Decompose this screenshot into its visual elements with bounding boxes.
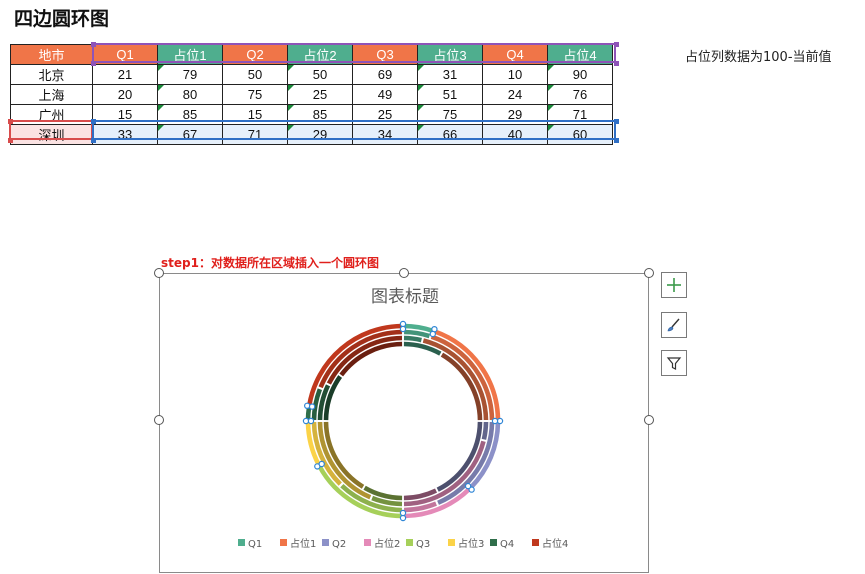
doughnut-segment[interactable] — [403, 335, 422, 343]
column-header[interactable]: 占位1 — [157, 44, 223, 65]
city-cell[interactable]: 广州 — [10, 104, 93, 125]
value-cell[interactable]: 79 — [157, 64, 223, 85]
value-cell[interactable]: 49 — [352, 84, 418, 105]
filter-icon — [666, 357, 682, 370]
value-cell[interactable]: 75 — [222, 84, 288, 105]
legend-label: 占位1 — [290, 537, 316, 550]
value-cell[interactable]: 71 — [547, 104, 613, 125]
value-cell[interactable]: 69 — [352, 64, 418, 85]
value-cell[interactable]: 85 — [287, 104, 353, 125]
resize-handle-right[interactable] — [644, 415, 654, 425]
data-point-handle[interactable] — [429, 330, 436, 338]
resize-handle-left[interactable] — [154, 415, 164, 425]
table-row: 深圳 33 67 71 29 34 66 40 60 — [10, 124, 613, 145]
value-cell[interactable]: 29 — [482, 104, 548, 125]
doughnut-chart[interactable]: 图表标题 Q1 占位1 Q2 占位2 Q3 占位3 Q4 占位4 — [160, 274, 650, 574]
value-cell[interactable]: 24 — [482, 84, 548, 105]
note-text: 占位列数据为100-当前值 — [685, 50, 832, 65]
value-cell[interactable]: 34 — [352, 124, 418, 145]
brush-icon — [667, 318, 680, 332]
value-cell[interactable]: 90 — [547, 64, 613, 85]
chart-title: 图表标题 — [371, 287, 439, 307]
value-cell[interactable]: 31 — [417, 64, 483, 85]
legend-label: 占位3 — [458, 537, 484, 550]
resize-handle-top-right[interactable] — [644, 268, 654, 278]
plus-icon — [667, 278, 681, 292]
legend-label: Q1 — [248, 539, 262, 550]
city-cell[interactable]: 上海 — [10, 84, 93, 105]
value-cell[interactable]: 50 — [222, 64, 288, 85]
chart-filter-button[interactable] — [661, 350, 687, 376]
column-header[interactable]: Q3 — [352, 44, 418, 65]
value-cell[interactable]: 75 — [417, 104, 483, 125]
value-cell[interactable]: 51 — [417, 84, 483, 105]
column-header[interactable]: 占位4 — [547, 44, 613, 65]
resize-handle-top[interactable] — [399, 268, 409, 278]
legend-label: Q2 — [332, 539, 346, 550]
value-cell[interactable]: 71 — [222, 124, 288, 145]
value-cell[interactable]: 60 — [547, 124, 613, 145]
doughnut-segment[interactable] — [403, 329, 431, 339]
city-cell[interactable]: 深圳 — [10, 124, 93, 145]
column-header[interactable]: 占位3 — [417, 44, 483, 65]
table-row: 广州 15 85 15 85 25 75 29 71 — [10, 104, 613, 125]
value-cell[interactable]: 10 — [482, 64, 548, 85]
data-point-handle[interactable] — [399, 325, 407, 333]
chart-area[interactable]: 图表标题 Q1 占位1 Q2 占位2 Q3 占位3 Q4 占位4 — [159, 273, 649, 573]
doughnut-segment[interactable] — [481, 421, 489, 440]
value-cell[interactable]: 80 — [157, 84, 223, 105]
data-point-handle[interactable] — [399, 509, 407, 517]
range-corner-handle[interactable] — [614, 42, 619, 47]
value-cell[interactable]: 76 — [547, 84, 613, 105]
data-point-handle[interactable] — [307, 417, 315, 425]
value-cell[interactable]: 33 — [92, 124, 158, 145]
data-point-handle[interactable] — [464, 482, 472, 490]
table-row: 北京 21 79 50 50 69 31 10 90 — [10, 64, 613, 85]
legend-label: Q4 — [500, 539, 514, 550]
page-title: 四边圆环图 — [14, 8, 110, 30]
value-cell[interactable]: 66 — [417, 124, 483, 145]
value-cell[interactable]: 67 — [157, 124, 223, 145]
data-point-handle[interactable] — [491, 417, 499, 425]
column-header[interactable]: Q4 — [482, 44, 548, 65]
range-corner-handle[interactable] — [614, 138, 619, 143]
data-point-handle[interactable] — [308, 403, 316, 410]
value-cell[interactable]: 21 — [92, 64, 158, 85]
column-header[interactable]: 占位2 — [287, 44, 353, 65]
doughnut-segment[interactable] — [305, 406, 312, 420]
range-corner-handle[interactable] — [614, 61, 619, 66]
legend-label: Q3 — [416, 539, 430, 550]
data-point-handle[interactable] — [318, 460, 325, 468]
value-cell[interactable]: 50 — [287, 64, 353, 85]
value-cell[interactable]: 25 — [352, 104, 418, 125]
data-table: 地市 Q1 占位1 Q2 占位2 Q3 占位3 Q4 占位4 北京 21 79 50 50 69 31 10 9… — [10, 44, 613, 145]
value-cell[interactable]: 15 — [222, 104, 288, 125]
legend-label: 占位4 — [542, 537, 568, 550]
value-cell[interactable]: 20 — [92, 84, 158, 105]
chart-styles-button[interactable] — [661, 312, 687, 338]
chart-elements-button[interactable] — [661, 272, 687, 298]
resize-handle-top-left[interactable] — [154, 268, 164, 278]
value-cell[interactable]: 29 — [287, 124, 353, 145]
value-cell[interactable]: 25 — [287, 84, 353, 105]
column-header[interactable]: 地市 — [10, 44, 93, 65]
column-header[interactable]: Q2 — [222, 44, 288, 65]
value-cell[interactable]: 15 — [92, 104, 158, 125]
range-corner-handle[interactable] — [614, 119, 619, 124]
step-label: step1：对数据所在区域插入一个圆环图 — [161, 256, 379, 270]
legend-label: 占位2 — [374, 537, 400, 550]
city-cell[interactable]: 北京 — [10, 64, 93, 85]
table-row: 上海 20 80 75 25 49 51 24 76 — [10, 84, 613, 105]
value-cell[interactable]: 40 — [482, 124, 548, 145]
value-cell[interactable]: 85 — [157, 104, 223, 125]
column-header[interactable]: Q1 — [92, 44, 158, 65]
